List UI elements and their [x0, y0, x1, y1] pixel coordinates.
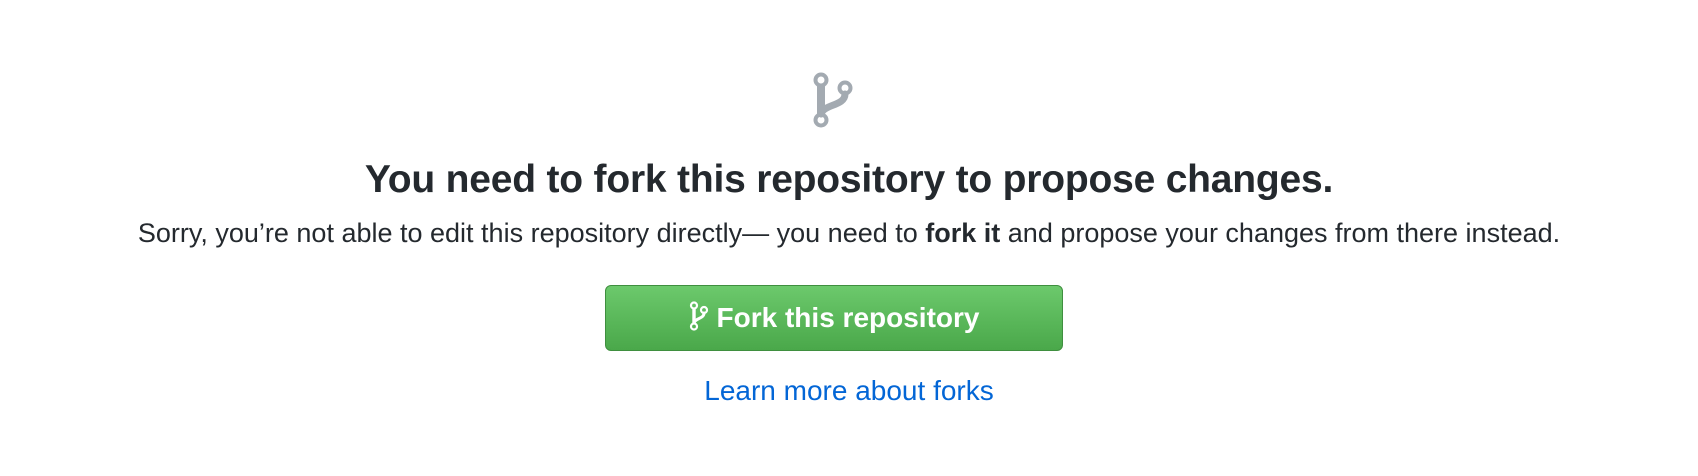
learn-more-container: Learn more about forks: [0, 373, 1698, 409]
fork-button-label: Fork this repository: [716, 302, 980, 333]
learn-more-forks-link[interactable]: Learn more about forks: [704, 375, 994, 406]
repo-forked-icon: [689, 301, 708, 331]
page-title: You need to fork this repository to prop…: [364, 158, 1334, 201]
fork-description: Sorry, you’re not able to edit this repo…: [0, 215, 1698, 251]
fork-blankslate: You need to fork this repository to prop…: [0, 0, 1698, 476]
repo-forked-icon: [813, 72, 853, 128]
description-text-before: Sorry, you’re not able to edit this repo…: [137, 218, 926, 248]
description-bold: fork it: [925, 218, 1001, 248]
fork-repository-button[interactable]: Fork this repository: [605, 285, 1063, 351]
description-text-after: and propose your changes from there inst…: [1000, 218, 1561, 248]
